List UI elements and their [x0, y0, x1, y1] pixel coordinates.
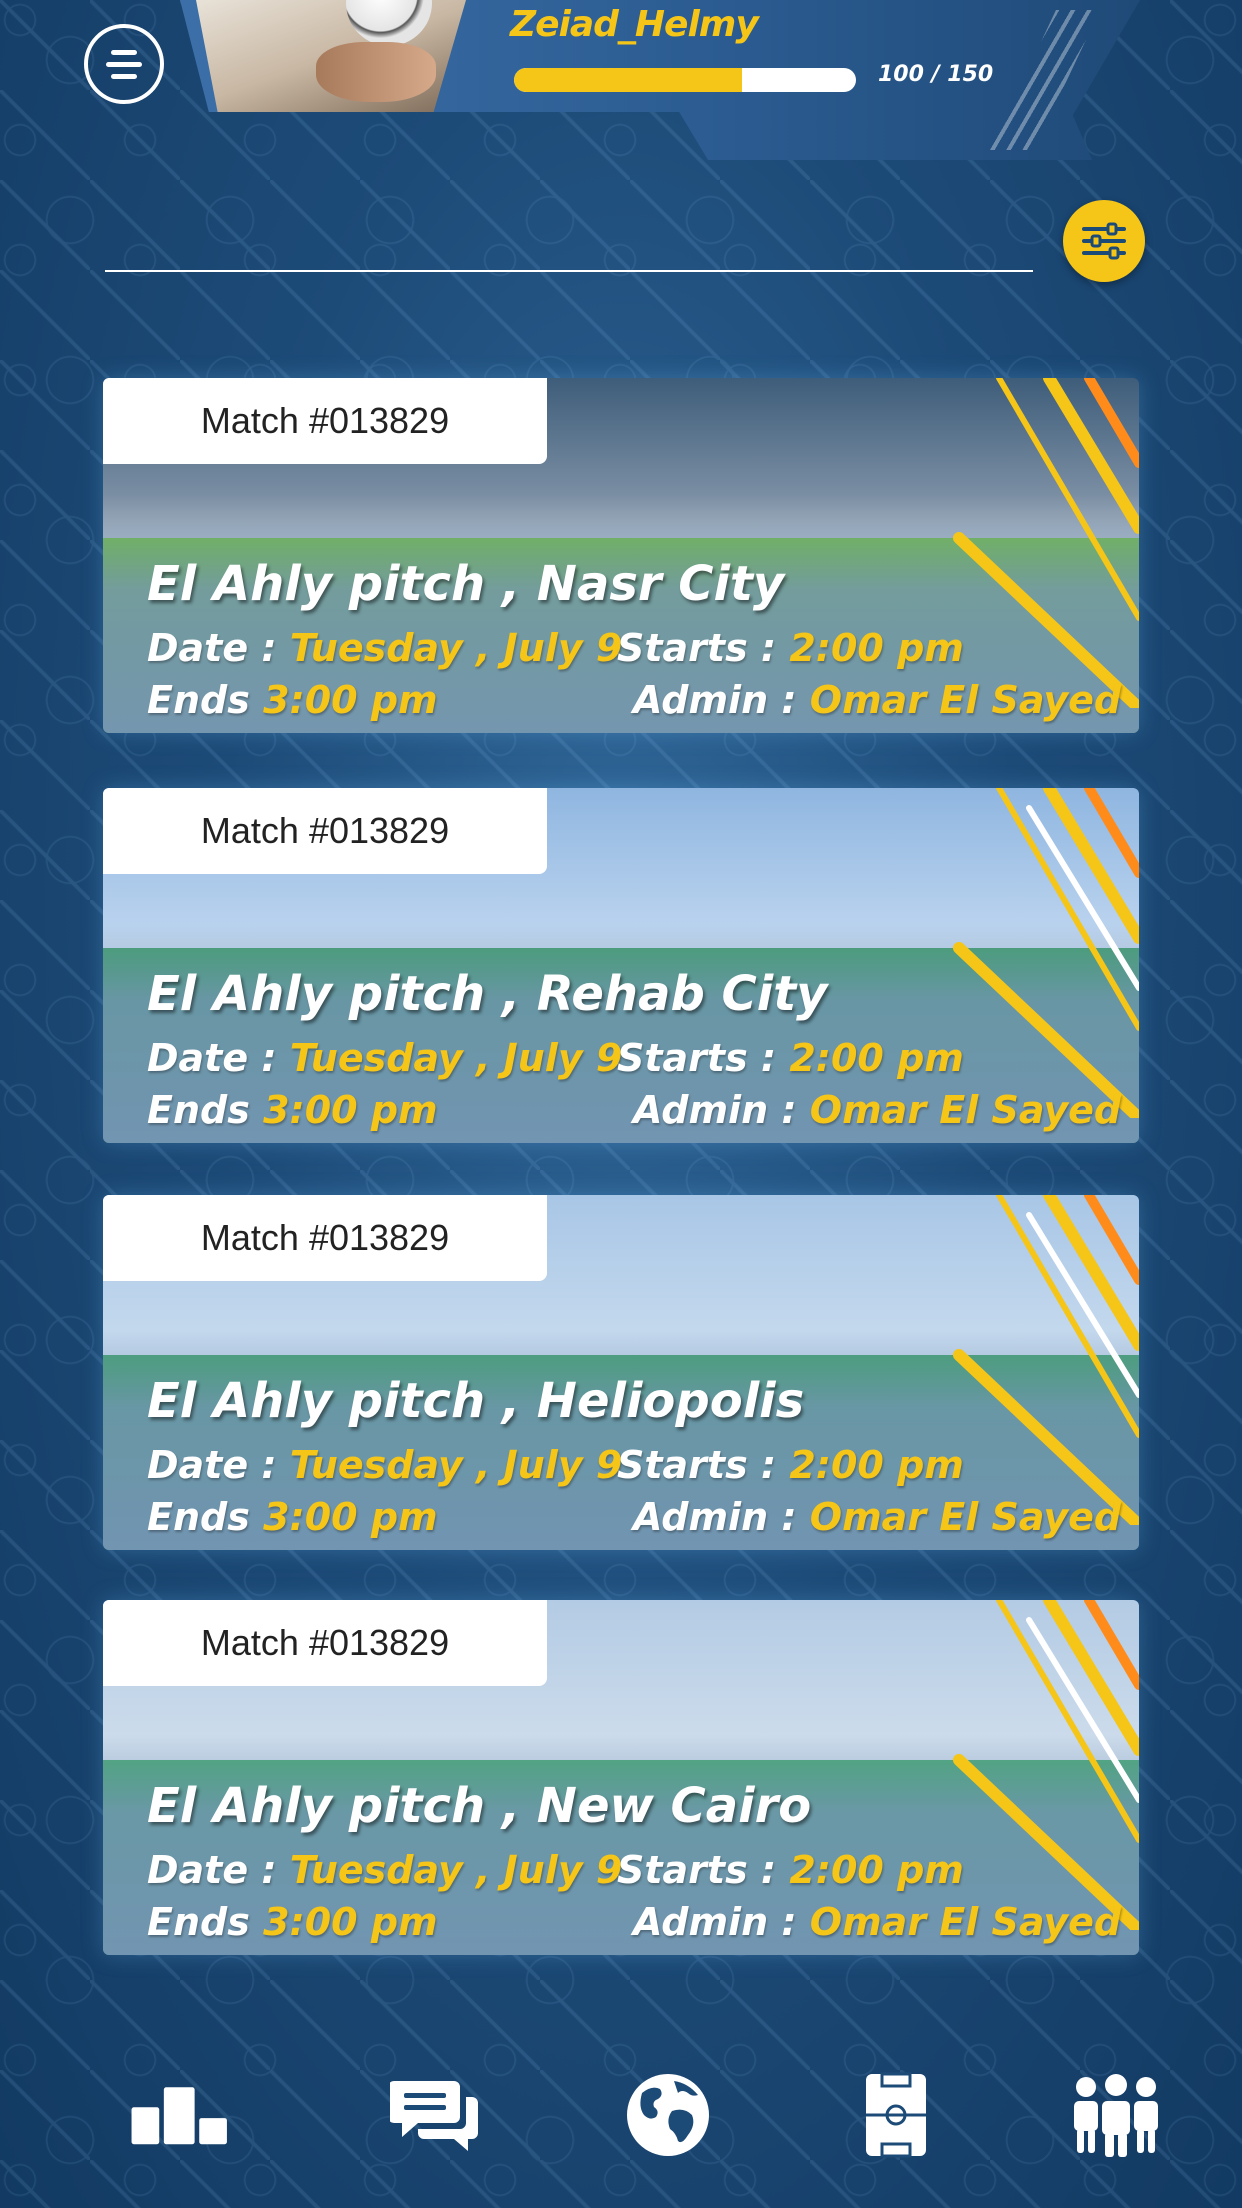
match-card[interactable]: Match #013829 El Ahly pitch , Heliopolis…: [103, 1195, 1139, 1550]
avatar: [196, 0, 466, 112]
date-row: Date : Tuesday , July 9 Starts : 2:00 pm: [147, 1443, 964, 1487]
date-value: Tuesday , July 9: [289, 1848, 623, 1892]
nav-chat[interactable]: [385, 2060, 485, 2170]
ends-value: 3:00 pm: [263, 678, 438, 722]
starts-label: Starts :: [617, 1443, 777, 1487]
menu-line: [111, 49, 137, 55]
date-label: Date :: [147, 626, 277, 670]
date-label: Date :: [147, 1036, 277, 1080]
username: Zeiad_Helmy: [510, 4, 759, 45]
profile-banner[interactable]: Zeiad_Helmy 100 / 150: [180, 0, 1140, 160]
match-number-badge: Match #013829: [103, 788, 547, 874]
ends-label: Ends: [147, 1088, 250, 1132]
match-number-badge: Match #013829: [103, 1195, 547, 1281]
xp-text: 100 / 150: [878, 62, 994, 87]
filter-sliders-icon: [1082, 222, 1126, 260]
match-card[interactable]: Match #013829 El Ahly pitch , Rehab City…: [103, 788, 1139, 1143]
menu-line: [111, 73, 137, 79]
admin-value: Omar El Sayed: [809, 1495, 1122, 1539]
admin-label: Admin :: [633, 1900, 797, 1944]
ends-label: Ends: [147, 1900, 250, 1944]
starts-value: 2:00 pm: [789, 1036, 964, 1080]
team-icon: [1074, 2074, 1158, 2157]
football-image: [346, 0, 432, 46]
match-number-badge: Match #013829: [103, 1600, 547, 1686]
leaderboard-icon: [131, 2087, 227, 2145]
pitch-name: El Ahly pitch , Nasr City: [147, 556, 785, 612]
xp-progress-bar: [514, 68, 856, 92]
starts-value: 2:00 pm: [789, 1443, 964, 1487]
date-label: Date :: [147, 1848, 277, 1892]
date-row: Date : Tuesday , July 9 Starts : 2:00 pm: [147, 626, 964, 670]
starts-label: Starts :: [617, 1036, 777, 1080]
date-value: Tuesday , July 9: [289, 626, 623, 670]
admin-value: Omar El Sayed: [809, 678, 1122, 722]
admin-label: Admin :: [633, 1495, 797, 1539]
match-card[interactable]: Match #013829 El Ahly pitch , New Cairo …: [103, 1600, 1139, 1955]
ends-admin-row: Ends 3:00 pm Admin : Omar El Sayed: [147, 678, 1121, 722]
nav-leaderboard[interactable]: [130, 2060, 230, 2170]
nav-team[interactable]: [1066, 2060, 1166, 2170]
chat-icon: [390, 2081, 478, 2151]
date-value: Tuesday , July 9: [289, 1036, 623, 1080]
menu-button[interactable]: [84, 24, 164, 104]
starts-label: Starts :: [617, 1848, 777, 1892]
ends-label: Ends: [147, 678, 250, 722]
card-stripes-decoration: [953, 1195, 1139, 1525]
starts-label: Starts :: [617, 626, 777, 670]
player-photo: [316, 42, 436, 102]
card-stripes-decoration: [953, 1600, 1139, 1930]
admin-label: Admin :: [633, 1088, 797, 1132]
filter-button[interactable]: [1063, 200, 1145, 282]
pitch-name: El Ahly pitch , New Cairo: [147, 1778, 812, 1834]
xp-progress-fill: [514, 68, 742, 92]
menu-line: [106, 61, 142, 67]
starts-value: 2:00 pm: [789, 1848, 964, 1892]
search-underline[interactable]: [105, 270, 1033, 272]
starts-value: 2:00 pm: [789, 626, 964, 670]
date-row: Date : Tuesday , July 9 Starts : 2:00 pm: [147, 1848, 964, 1892]
match-number-badge: Match #013829: [103, 378, 547, 464]
ends-admin-row: Ends 3:00 pm Admin : Omar El Sayed: [147, 1495, 1121, 1539]
pitch-icon: [866, 2072, 926, 2158]
nav-world[interactable]: [618, 2060, 718, 2170]
globe-icon: [627, 2074, 709, 2156]
card-stripes-decoration: [953, 788, 1139, 1118]
ends-admin-row: Ends 3:00 pm Admin : Omar El Sayed: [147, 1088, 1121, 1132]
ends-admin-row: Ends 3:00 pm Admin : Omar El Sayed: [147, 1900, 1121, 1944]
ends-value: 3:00 pm: [263, 1495, 438, 1539]
pitch-name: El Ahly pitch , Rehab City: [147, 966, 828, 1022]
admin-value: Omar El Sayed: [809, 1900, 1122, 1944]
ends-value: 3:00 pm: [263, 1088, 438, 1132]
admin-value: Omar El Sayed: [809, 1088, 1122, 1132]
ends-label: Ends: [147, 1495, 250, 1539]
admin-label: Admin :: [633, 678, 797, 722]
date-value: Tuesday , July 9: [289, 1443, 623, 1487]
nav-pitch[interactable]: [846, 2060, 946, 2170]
card-stripes-decoration: [953, 378, 1139, 708]
date-row: Date : Tuesday , July 9 Starts : 2:00 pm: [147, 1036, 964, 1080]
match-card[interactable]: Match #013829 El Ahly pitch , Nasr City …: [103, 378, 1139, 733]
pitch-name: El Ahly pitch , Heliopolis: [147, 1373, 805, 1429]
date-label: Date :: [147, 1443, 277, 1487]
ends-value: 3:00 pm: [263, 1900, 438, 1944]
